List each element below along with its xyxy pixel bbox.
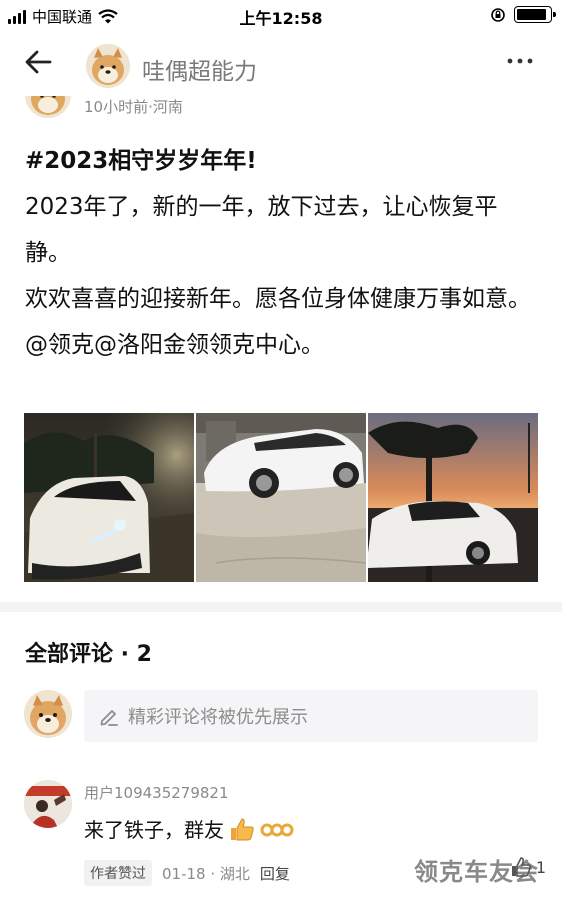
post-mentions[interactable]: @领克@洛阳金领领克中心。 — [25, 322, 540, 368]
dog-avatar-icon — [86, 44, 130, 88]
author-name[interactable]: 哇偶超能力 — [142, 52, 257, 86]
battery-fill — [517, 9, 546, 20]
post-line: 2023年了，新的一年，放下过去，让心恢复平静。 — [25, 194, 498, 266]
status-right — [490, 6, 556, 23]
comments-title: 全部评论 · 2 — [25, 642, 152, 667]
arrow-left-icon — [25, 50, 52, 74]
car-photo-image — [24, 413, 194, 582]
more-dots-icon — [507, 58, 533, 64]
post-photo-sunset-car[interactable] — [368, 413, 538, 582]
nav-bar: 哇偶超能力 — [0, 36, 562, 96]
user-avatar-icon — [24, 780, 72, 828]
section-divider — [0, 602, 562, 612]
ok-hands-emoji-icon — [260, 823, 294, 836]
post-line: 欢欢喜喜的迎接新年。愿各位身体健康万事如意。 — [25, 286, 531, 312]
comment-time-location: 01-18 · 湖北 — [162, 864, 250, 883]
orientation-lock-icon — [491, 7, 505, 22]
car-photo-image — [368, 413, 538, 582]
status-bar: 中国联通 上午12:58 — [0, 0, 562, 32]
post-body: #2023相守岁岁年年! 2023年了，新的一年，放下过去，让心恢复平静。 欢欢… — [25, 138, 540, 368]
author-liked-badge: 作者赞过 — [84, 860, 152, 886]
comment-input-placeholder: 精彩评论将被优先展示 — [128, 707, 308, 728]
commenter-name[interactable]: 用户109435279821 — [84, 782, 229, 803]
more-button[interactable] — [500, 46, 540, 76]
car-photo-image — [196, 413, 366, 582]
thumbs-up-emoji-icon — [231, 817, 254, 840]
comment-like-count: 1 — [535, 857, 546, 877]
back-button[interactable] — [18, 44, 60, 80]
author-avatar[interactable] — [86, 44, 130, 88]
comment-meta: 作者赞过 01-18 · 湖北 回复 — [84, 860, 290, 886]
post-meta: 10小时前·河南 — [84, 98, 183, 116]
thumbs-up-icon — [511, 857, 531, 877]
current-user-avatar — [24, 690, 72, 738]
status-time: 上午12:58 — [239, 9, 323, 28]
comment-text-label: 来了铁子，群友 — [84, 818, 224, 842]
post-photo-night-car[interactable] — [24, 413, 194, 582]
comment-like-button[interactable]: 1 — [510, 856, 546, 878]
comment-text: 来了铁子，群友 — [84, 814, 294, 843]
dog-avatar-icon — [24, 690, 72, 738]
post-photo-side-car[interactable] — [196, 413, 366, 582]
comment-input[interactable]: 精彩评论将被优先展示 — [84, 690, 538, 742]
battery-icon — [514, 6, 556, 23]
reply-button[interactable]: 回复 — [260, 863, 290, 884]
commenter-avatar[interactable] — [24, 780, 72, 828]
post-hashtag[interactable]: #2023相守岁岁年年! — [25, 138, 540, 184]
pencil-icon — [100, 710, 118, 726]
